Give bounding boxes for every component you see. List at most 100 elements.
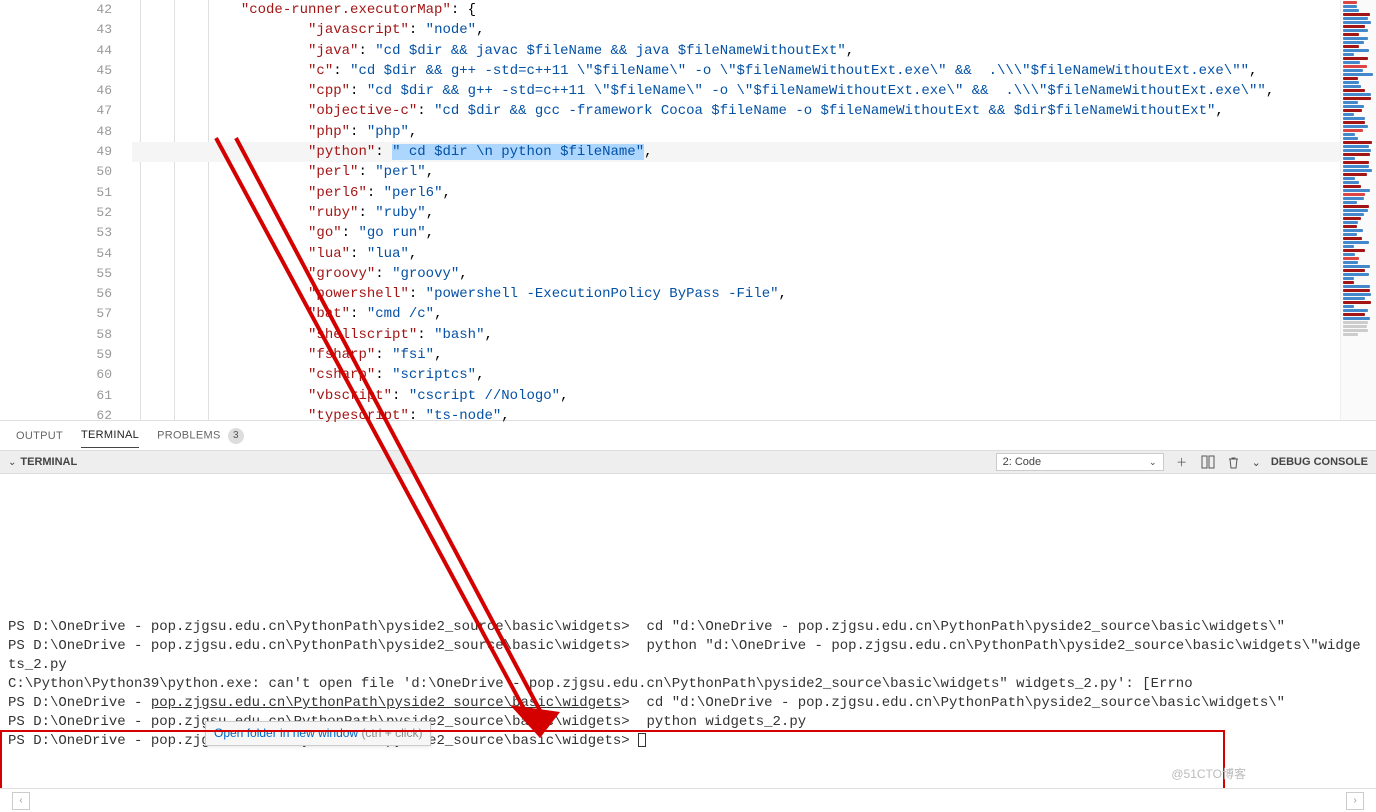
code-line[interactable]: "groovy": "groovy",	[132, 264, 1340, 284]
tab-terminal[interactable]: TERMINAL	[81, 423, 139, 448]
minimap-line	[1343, 177, 1355, 180]
line-number: 48	[0, 122, 112, 142]
terminal-line: PS D:\OneDrive - pop.zjgsu.edu.cn\Python…	[8, 637, 1368, 675]
code-line[interactable]: "bat": "cmd /c",	[132, 304, 1340, 324]
json-string: "cd $dir && g++ -std=c++11 \"$fileName\"…	[350, 63, 1249, 79]
tab-output[interactable]: OUTPUT	[16, 424, 63, 448]
json-punct: :	[358, 164, 375, 180]
trash-icon[interactable]	[1226, 454, 1242, 470]
code-line[interactable]: "csharp": "scriptcs",	[132, 365, 1340, 385]
minimap-line	[1343, 249, 1365, 252]
json-punct: :	[417, 103, 434, 119]
json-key: "fsharp"	[308, 347, 375, 363]
code-line[interactable]: "typescript": "ts-node",	[132, 406, 1340, 426]
json-punct: :	[350, 83, 367, 99]
line-number: 59	[0, 345, 112, 365]
code-line[interactable]: "cpp": "cd $dir && g++ -std=c++11 \"$fil…	[132, 81, 1340, 101]
terminal-line: PS D:\OneDrive - pop.zjgsu.edu.cn\Python…	[8, 618, 1368, 637]
minimap-line	[1343, 321, 1368, 324]
json-string: "ruby"	[375, 205, 425, 221]
minimap-line	[1343, 209, 1368, 212]
minimap-line	[1343, 89, 1365, 92]
json-key: "perl6"	[308, 185, 367, 201]
code-line[interactable]: "shellscript": "bash",	[132, 325, 1340, 345]
minimap-line	[1343, 297, 1365, 300]
line-number: 52	[0, 203, 112, 223]
line-number: 50	[0, 162, 112, 182]
minimap[interactable]	[1340, 0, 1376, 420]
minimap-line	[1343, 77, 1358, 80]
minimap-line	[1343, 293, 1371, 296]
scroll-left-icon[interactable]: ‹	[12, 792, 30, 810]
code-line[interactable]: "perl6": "perl6",	[132, 183, 1340, 203]
json-key: "objective-c"	[308, 103, 417, 119]
minimap-line	[1343, 129, 1363, 132]
code-line[interactable]: "c": "cd $dir && g++ -std=c++11 \"$fileN…	[132, 61, 1340, 81]
terminal-path-link[interactable]: pop.zjgsu.edu.cn\PythonPath\pyside2_sour…	[151, 695, 621, 711]
line-number: 54	[0, 244, 112, 264]
chevron-down-icon[interactable]: ⌄	[1252, 456, 1261, 469]
terminal-line: PS D:\OneDrive - pop.zjgsu.edu.cn\Python…	[8, 694, 1368, 713]
minimap-line	[1343, 257, 1359, 260]
new-terminal-icon[interactable]: ＋	[1174, 454, 1190, 470]
terminal-body[interactable]: PS D:\OneDrive - pop.zjgsu.edu.cn\Python…	[0, 474, 1376, 788]
line-number: 55	[0, 264, 112, 284]
minimap-line	[1343, 169, 1372, 172]
code-line[interactable]: "javascript": "node",	[132, 20, 1340, 40]
json-punct: :	[350, 124, 367, 140]
minimap-line	[1343, 29, 1368, 32]
json-punct: :	[375, 144, 392, 160]
code-line[interactable]: "ruby": "ruby",	[132, 203, 1340, 223]
code-line[interactable]: "powershell": "powershell -ExecutionPoli…	[132, 284, 1340, 304]
json-punct: : {	[451, 2, 476, 18]
terminal-cursor	[638, 733, 646, 747]
terminal-selector[interactable]: 2: Code ⌄	[996, 453, 1164, 471]
json-punct: ,	[434, 306, 442, 322]
minimap-line	[1343, 261, 1358, 264]
code-line[interactable]: "java": "cd $dir && javac $fileName && j…	[132, 41, 1340, 61]
minimap-line	[1343, 333, 1358, 336]
minimap-line	[1343, 301, 1371, 304]
code-line[interactable]: "perl": "perl",	[132, 162, 1340, 182]
split-terminal-icon[interactable]	[1200, 454, 1216, 470]
code-line[interactable]: "python": " cd $dir \n python $fileName"…	[132, 142, 1340, 162]
code-line[interactable]: "lua": "lua",	[132, 244, 1340, 264]
terminal-title: TERMINAL	[20, 456, 77, 468]
minimap-line	[1343, 217, 1361, 220]
minimap-line	[1343, 213, 1364, 216]
json-key: "code-runner.executorMap"	[241, 2, 451, 18]
json-punct: ,	[409, 246, 417, 262]
json-punct: :	[350, 246, 367, 262]
json-punct: :	[409, 22, 426, 38]
json-key: "groovy"	[308, 266, 375, 282]
json-string: "cmd /c"	[367, 306, 434, 322]
code-line[interactable]: "objective-c": "cd $dir && gcc -framewor…	[132, 101, 1340, 121]
line-number: 49	[0, 142, 112, 162]
minimap-line	[1343, 193, 1365, 196]
json-string: "bash"	[434, 327, 484, 343]
json-punct: :	[375, 347, 392, 363]
json-punct: ,	[560, 388, 568, 404]
json-string: "powershell -ExecutionPolicy ByPass -Fil…	[426, 286, 779, 302]
code-content[interactable]: "code-runner.executorMap": { "javascript…	[132, 0, 1340, 420]
minimap-line	[1343, 205, 1369, 208]
minimap-line	[1343, 53, 1354, 56]
minimap-line	[1343, 197, 1364, 200]
code-line[interactable]: "php": "php",	[132, 122, 1340, 142]
json-string: "perl"	[375, 164, 425, 180]
line-number: 56	[0, 284, 112, 304]
minimap-line	[1343, 133, 1355, 136]
json-string: "lua"	[367, 246, 409, 262]
chevron-down-icon[interactable]: ⌄	[8, 457, 16, 468]
minimap-line	[1343, 17, 1368, 20]
json-punct: ,	[1215, 103, 1223, 119]
code-line[interactable]: "code-runner.executorMap": {	[132, 0, 1340, 20]
scroll-right-icon[interactable]: ›	[1346, 792, 1364, 810]
json-punct: ,	[459, 266, 467, 282]
code-line[interactable]: "go": "go run",	[132, 223, 1340, 243]
code-line[interactable]: "vbscript": "cscript //Nologo",	[132, 386, 1340, 406]
code-line[interactable]: "fsharp": "fsi",	[132, 345, 1340, 365]
minimap-line	[1343, 277, 1354, 280]
minimap-line	[1343, 141, 1372, 144]
line-gutter: 4243444546474849505152535455565758596061…	[0, 0, 132, 420]
